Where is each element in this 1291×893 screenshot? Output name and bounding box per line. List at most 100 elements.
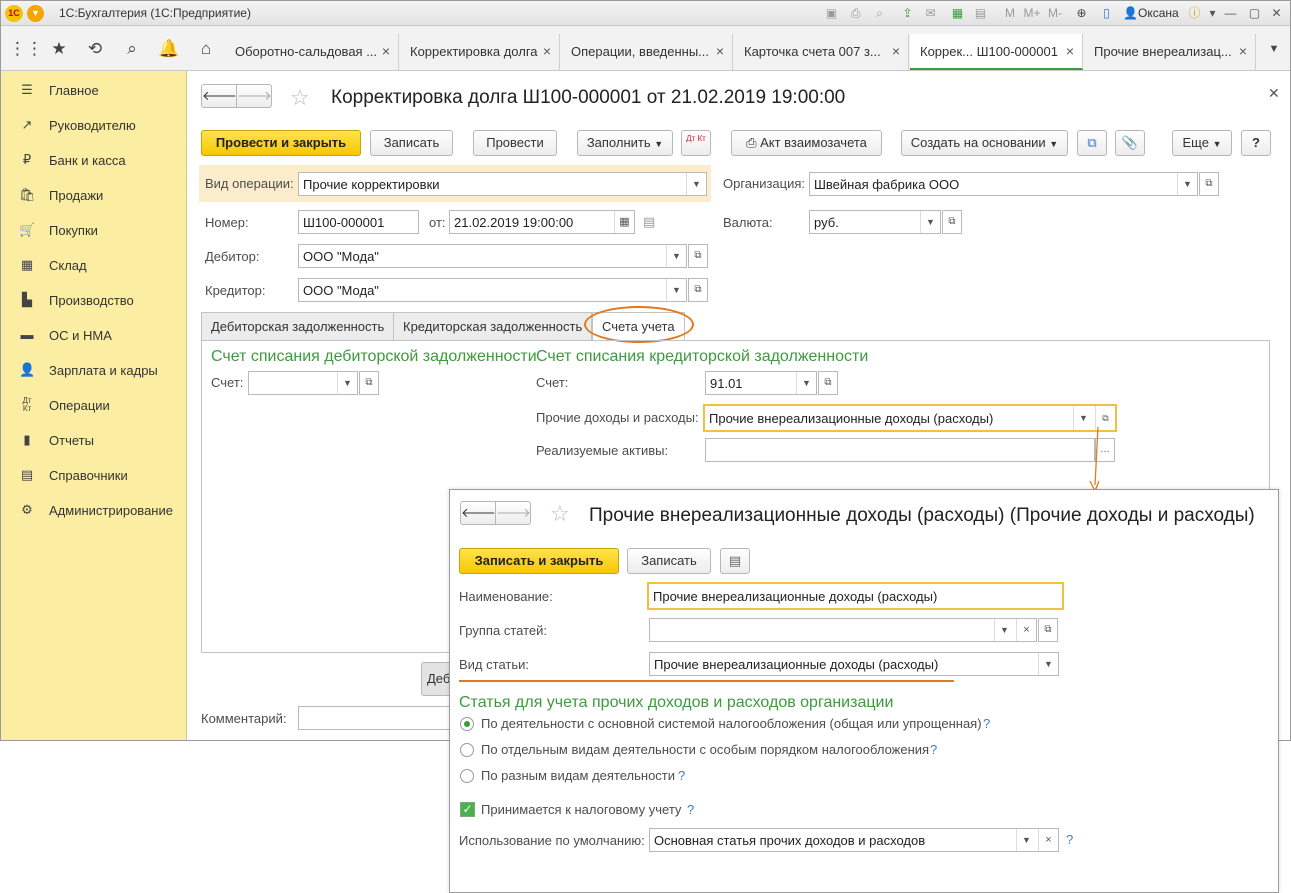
attach-button[interactable]: 📎 [1115, 130, 1145, 156]
tab-debt-adjustment[interactable]: Корректировка долга × [400, 34, 560, 70]
radio-special-taxation[interactable] [460, 743, 474, 757]
preview-icon[interactable]: ⌕ [872, 6, 887, 21]
help-question-icon[interactable]: ? [983, 716, 990, 731]
info-icon[interactable]: ⓘ [1187, 6, 1202, 21]
chevron-down-icon[interactable]: ▼ [1177, 173, 1197, 195]
create-based-on-button[interactable]: Создать на основании ▼ [901, 130, 1068, 156]
help-question-icon[interactable]: ? [930, 742, 937, 757]
organization-field[interactable]: Швейная фабрика ООО ▼ [809, 172, 1198, 196]
print-icon[interactable]: ⎙ [848, 6, 863, 21]
credit-account-field[interactable]: 91.01 ▼ [705, 371, 817, 395]
tab-manual-operations[interactable]: Операции, введенны... × [561, 34, 733, 70]
apps-grid-icon[interactable]: ⋮⋮ [9, 38, 43, 60]
back-button[interactable]: 🡐 [201, 84, 237, 108]
open-currency-button[interactable]: ⧉ [942, 210, 962, 234]
tab-payables[interactable]: Кредиторская задолженность [393, 312, 593, 340]
tab-trial-balance[interactable]: Оборотно-сальдовая ... × [225, 34, 399, 70]
help-button[interactable]: ? [1241, 130, 1271, 156]
upload-icon[interactable]: ⇪ [900, 6, 915, 21]
chevron-down-icon[interactable]: ▼ [1038, 653, 1058, 675]
save-icon[interactable]: ▣ [824, 6, 839, 21]
app-logo-icon[interactable]: 1С [5, 5, 23, 22]
post-and-close-button[interactable]: Провести и закрыть [201, 130, 361, 156]
memory-plus-button[interactable]: M+ [1021, 6, 1043, 21]
structure-button[interactable]: ⧉ [1077, 130, 1107, 156]
memory-m-button[interactable]: M [1001, 6, 1019, 21]
tax-accounting-checkbox[interactable]: ✓ [460, 802, 475, 817]
name-field[interactable]: Прочие внереализационные доходы (расходы… [647, 582, 1064, 610]
default-use-field[interactable]: Основная статья прочих доходов и расходо… [649, 828, 1059, 852]
currency-field[interactable]: руб. ▼ [809, 210, 941, 234]
debit-account-field[interactable]: ▼ [248, 371, 358, 395]
save-button[interactable]: Записать [370, 130, 453, 156]
tax-accounting-label[interactable]: Принимается к налоговому учету [481, 802, 681, 817]
open-debtor-button[interactable]: ⧉ [688, 244, 708, 268]
tabs-menu-icon[interactable]: ▼ [1263, 38, 1285, 60]
mail-icon[interactable]: ✉ [923, 6, 938, 21]
open-group-button[interactable]: ⧉ [1038, 618, 1058, 642]
chevron-down-icon[interactable]: ▼ [666, 279, 686, 301]
open-debit-account-button[interactable]: ⧉ [359, 371, 379, 395]
netting-act-button[interactable]: ⎙ Акт взаимозачета [731, 130, 882, 156]
memory-minus-button[interactable]: M- [1045, 6, 1065, 21]
panel-icon[interactable]: ▯ [1099, 6, 1114, 21]
operation-type-field[interactable]: Прочие корректировки ▼ [298, 172, 707, 196]
comment-field[interactable] [298, 706, 458, 730]
search-icon[interactable]: ⌕ [121, 38, 143, 60]
tab-account-card[interactable]: Карточка счета 007 з... × [734, 34, 909, 70]
bell-icon[interactable]: 🔔 [158, 38, 180, 60]
calendar-icon[interactable]: ▤ [973, 6, 988, 21]
other-income-field[interactable]: Прочие внереализационные доходы (расходы… [703, 404, 1117, 432]
close-icon[interactable]: ✕ [1269, 6, 1284, 21]
sub-save-button[interactable]: Записать [627, 548, 711, 574]
clear-icon[interactable]: × [1038, 829, 1058, 851]
close-icon[interactable]: × [1066, 43, 1074, 59]
close-icon[interactable]: × [543, 43, 551, 59]
save-and-close-button[interactable]: Записать и закрыть [459, 548, 619, 574]
tab-receivables[interactable]: Дебиторская задолженность [201, 312, 395, 340]
radio-various-activities[interactable] [460, 769, 474, 783]
chevron-down-icon[interactable]: ▼ [920, 211, 940, 233]
chevron-down-icon[interactable]: ▼ [796, 372, 816, 394]
group-field[interactable]: ▼ × [649, 618, 1037, 642]
sub-favorite-star-icon[interactable]: ☆ [550, 501, 570, 527]
user-name[interactable]: Оксана [1138, 6, 1179, 20]
radio-various-activities-label[interactable]: По разным видам деятельности [481, 768, 675, 783]
close-icon[interactable]: × [716, 43, 724, 59]
open-creditor-button[interactable]: ⧉ [688, 278, 708, 302]
help-question-icon[interactable]: ? [1066, 832, 1073, 847]
radio-special-taxation-label[interactable]: По отдельным видам деятельности с особым… [481, 742, 929, 757]
creditor-field[interactable]: ООО "Мода" ▼ [298, 278, 687, 302]
sub-back-button[interactable]: 🡐 [460, 501, 496, 525]
star-icon[interactable]: ★ [48, 38, 70, 60]
chevron-down-icon[interactable]: ▼ [337, 372, 357, 394]
number-field[interactable]: Ш100-000001 [298, 210, 419, 234]
chevron-down-icon[interactable]: ▼ [686, 173, 706, 195]
chevron-down-icon[interactable]: ▾ [1205, 6, 1220, 21]
post-button[interactable]: Провести [473, 130, 557, 156]
chevron-down-icon[interactable]: ▼ [994, 619, 1014, 641]
tab-adjustment-document[interactable]: Коррек... Ш100-000001 × [910, 34, 1083, 70]
clear-icon[interactable]: × [1016, 619, 1036, 641]
help-question-icon[interactable]: ? [678, 768, 685, 783]
home-icon[interactable]: ⌂ [195, 38, 217, 60]
chevron-down-icon[interactable]: ▼ [1016, 829, 1036, 851]
debtor-field[interactable]: ООО "Мода" ▼ [298, 244, 687, 268]
more-button[interactable]: Еще ▼ [1172, 130, 1232, 156]
close-icon[interactable]: × [892, 43, 900, 59]
help-question-icon[interactable]: ? [687, 802, 694, 817]
maximize-icon[interactable]: ▢ [1247, 6, 1262, 21]
close-form-icon[interactable]: ✕ [1268, 85, 1280, 102]
zoom-icon[interactable]: ⊕ [1074, 6, 1089, 21]
sub-forward-button[interactable]: 🡒 [495, 501, 531, 525]
open-credit-account-button[interactable]: ⧉ [818, 371, 838, 395]
calendar-icon[interactable]: ▦ [614, 211, 634, 233]
history-list-icon[interactable]: ▤ [643, 214, 655, 230]
fill-button[interactable]: Заполнить ▼ [577, 130, 673, 156]
favorite-star-icon[interactable]: ☆ [290, 85, 310, 111]
radio-main-taxation[interactable] [460, 717, 474, 731]
radio-main-taxation-label[interactable]: По деятельности с основной системой нало… [481, 716, 982, 731]
sub-list-button[interactable]: ▤ [720, 548, 750, 574]
tab-other-income[interactable]: Прочие внереализац... × [1084, 34, 1256, 70]
close-icon[interactable]: × [1239, 43, 1247, 59]
